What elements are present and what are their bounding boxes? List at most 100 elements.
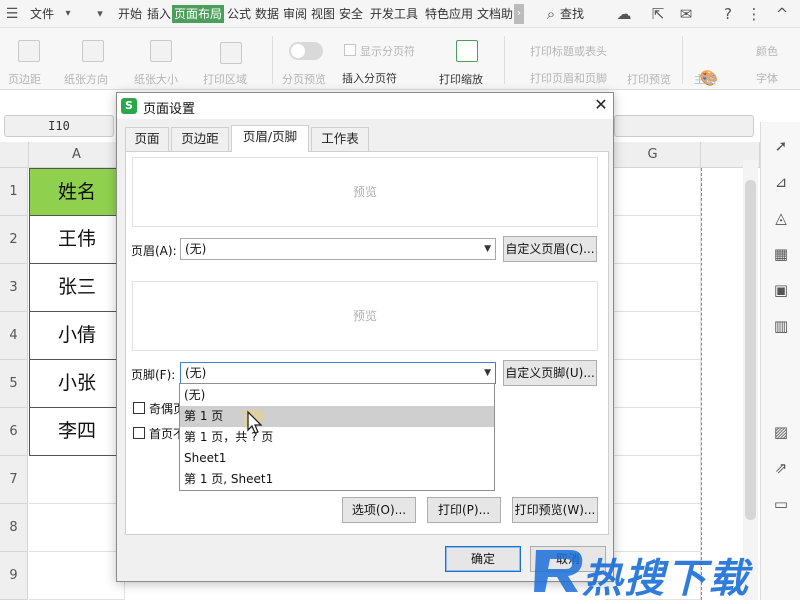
dialog-titlebar[interactable]: S 页面设置 ✕ xyxy=(117,93,613,119)
row-header-5[interactable]: 5 xyxy=(0,360,28,408)
options-button[interactable]: 选项(O)... xyxy=(342,497,416,523)
cell-g2[interactable] xyxy=(605,216,701,264)
print-header-footer-label[interactable]: 打印页眉和页脚 xyxy=(530,70,607,86)
print-scale-icon[interactable] xyxy=(456,40,478,62)
hamburger-menu-icon[interactable]: ☰ xyxy=(2,4,22,24)
odd-even-checkbox[interactable] xyxy=(133,402,145,414)
share-icon[interactable]: ⇱ xyxy=(648,4,668,24)
row-header-6[interactable]: 6 xyxy=(0,408,28,456)
print-button[interactable]: 打印(P)... xyxy=(427,497,501,523)
show-page-break-label[interactable]: 显示分页符 xyxy=(360,43,415,59)
row-header-9[interactable]: 9 xyxy=(0,552,28,600)
cell-a7[interactable] xyxy=(29,456,125,504)
search-label[interactable]: 查找 xyxy=(560,5,584,23)
more-icon[interactable]: ⋮ xyxy=(744,4,764,24)
collapse-ribbon-icon[interactable]: ^ xyxy=(772,4,792,24)
orientation-label[interactable]: 纸张方向 xyxy=(64,71,108,87)
header-select[interactable]: (无) ▼ xyxy=(180,238,496,260)
insert-page-break-button[interactable]: 插入分页符 xyxy=(342,70,397,86)
tab-data[interactable]: 数据 xyxy=(255,5,279,23)
cell-g3[interactable] xyxy=(605,264,701,312)
cell-a6[interactable]: 李四 xyxy=(29,408,125,456)
style-icon[interactable]: ◬ xyxy=(771,208,791,228)
custom-footer-button[interactable]: 自定义页脚(U)... xyxy=(503,360,597,386)
row-header-1[interactable]: 1 xyxy=(0,168,28,216)
tab-special-features[interactable]: 特色应用 xyxy=(425,5,473,23)
close-icon[interactable]: ✕ xyxy=(591,95,611,115)
grid-apps-icon[interactable]: ▣ xyxy=(771,280,791,300)
tab-page-layout[interactable]: 页面布局 xyxy=(172,5,225,23)
chevron-down-icon[interactable]: ▾ xyxy=(58,4,78,24)
print-scale-label[interactable]: 打印缩放 xyxy=(439,71,483,87)
tab-formulas[interactable]: 公式 xyxy=(227,5,251,23)
tab-header-footer[interactable]: 页眉/页脚 xyxy=(231,125,309,152)
tab-home[interactable]: 开始 xyxy=(118,5,142,23)
cell-a5[interactable]: 小张 xyxy=(29,360,125,408)
page-break-preview-toggle[interactable] xyxy=(289,42,323,60)
tab-document-assistant[interactable]: 文档助 xyxy=(477,5,513,23)
chevron-right-icon[interactable]: › xyxy=(514,4,524,24)
cell-a8[interactable] xyxy=(29,504,125,552)
name-box[interactable]: I10 xyxy=(4,115,114,137)
cursor-select-icon[interactable]: ➚ xyxy=(771,136,791,156)
margins-icon[interactable] xyxy=(18,40,40,62)
paper-size-label[interactable]: 纸张大小 xyxy=(134,71,178,87)
file-menu[interactable]: 文件 xyxy=(30,5,54,23)
print-titles-label[interactable]: 打印标题或表头 xyxy=(530,43,607,59)
toolbar-expand-icon[interactable]: ▾ xyxy=(90,4,110,24)
print-preview-label[interactable]: 打印预览 xyxy=(627,71,671,87)
help-icon[interactable]: ? xyxy=(718,4,738,24)
tab-developer[interactable]: 开发工具 xyxy=(370,5,418,23)
row-header-3[interactable]: 3 xyxy=(0,264,28,312)
cell-a2[interactable]: 王伟 xyxy=(29,216,125,264)
tab-security[interactable]: 安全 xyxy=(339,5,363,23)
cell-a9[interactable] xyxy=(29,552,125,600)
first-page-checkbox[interactable] xyxy=(133,427,145,439)
cell-g1[interactable] xyxy=(605,168,701,216)
row-header-4[interactable]: 4 xyxy=(0,312,28,360)
footer-option-page-and-sheet[interactable]: 第 1 页, Sheet1 xyxy=(180,469,494,490)
tab-page[interactable]: 页面 xyxy=(125,127,169,151)
fonts-label[interactable]: 字体 xyxy=(756,70,778,86)
print-area-label[interactable]: 打印区域 xyxy=(203,71,247,87)
column-header-a[interactable]: A xyxy=(29,142,125,168)
cell-g7[interactable] xyxy=(605,456,701,504)
footer-option-page-of-total[interactable]: 第 1 页，共 ? 页 xyxy=(180,427,494,448)
show-page-break-checkbox[interactable] xyxy=(344,44,356,56)
archive-icon[interactable]: ▭ xyxy=(771,494,791,514)
colors-label[interactable]: 颜色 xyxy=(756,43,778,59)
footer-select[interactable]: (无) ▼ xyxy=(180,362,496,384)
cell-g6[interactable] xyxy=(605,408,701,456)
footer-option-page-number[interactable]: 第 1 页 xyxy=(180,406,494,427)
picture-icon[interactable]: ▨ xyxy=(771,422,791,442)
search-icon[interactable]: ⌕ xyxy=(541,4,561,24)
tab-view[interactable]: 视图 xyxy=(311,5,335,23)
page-break-preview-label[interactable]: 分页预览 xyxy=(282,71,326,87)
tab-review[interactable]: 审阅 xyxy=(283,5,307,23)
print-preview-button[interactable]: 打印预览(W)... xyxy=(512,497,598,523)
vertical-scrollbar-thumb[interactable] xyxy=(745,180,756,520)
chevron-down-icon[interactable]: ▼ xyxy=(484,239,491,259)
row-header-8[interactable]: 8 xyxy=(0,504,28,552)
cell-a1[interactable]: 姓名 xyxy=(29,168,125,216)
cell-g5[interactable] xyxy=(605,360,701,408)
row-header-2[interactable]: 2 xyxy=(0,216,28,264)
paper-size-icon[interactable] xyxy=(150,40,172,62)
footer-option-none[interactable]: (无) xyxy=(180,385,494,406)
table-icon[interactable]: ▦ xyxy=(771,244,791,264)
tab-sheet[interactable]: 工作表 xyxy=(311,127,369,151)
cell-a3[interactable]: 张三 xyxy=(29,264,125,312)
print-area-icon[interactable] xyxy=(220,42,242,64)
tab-margins[interactable]: 页边距 xyxy=(171,127,229,151)
mail-icon[interactable]: ✉ xyxy=(676,4,696,24)
footer-option-sheet-name[interactable]: Sheet1 xyxy=(180,448,494,469)
column-header-g[interactable]: G xyxy=(605,142,701,168)
cell-g4[interactable] xyxy=(605,312,701,360)
custom-header-button[interactable]: 自定义页眉(C)... xyxy=(503,236,597,262)
theme-label[interactable]: 主题 xyxy=(694,71,716,87)
export-icon[interactable]: ⇗ xyxy=(771,458,791,478)
chevron-down-icon[interactable]: ▼ xyxy=(484,363,491,383)
ok-button[interactable]: 确定 xyxy=(445,546,521,572)
select-all-corner[interactable] xyxy=(0,142,29,168)
tab-insert[interactable]: 插入 xyxy=(147,5,171,23)
